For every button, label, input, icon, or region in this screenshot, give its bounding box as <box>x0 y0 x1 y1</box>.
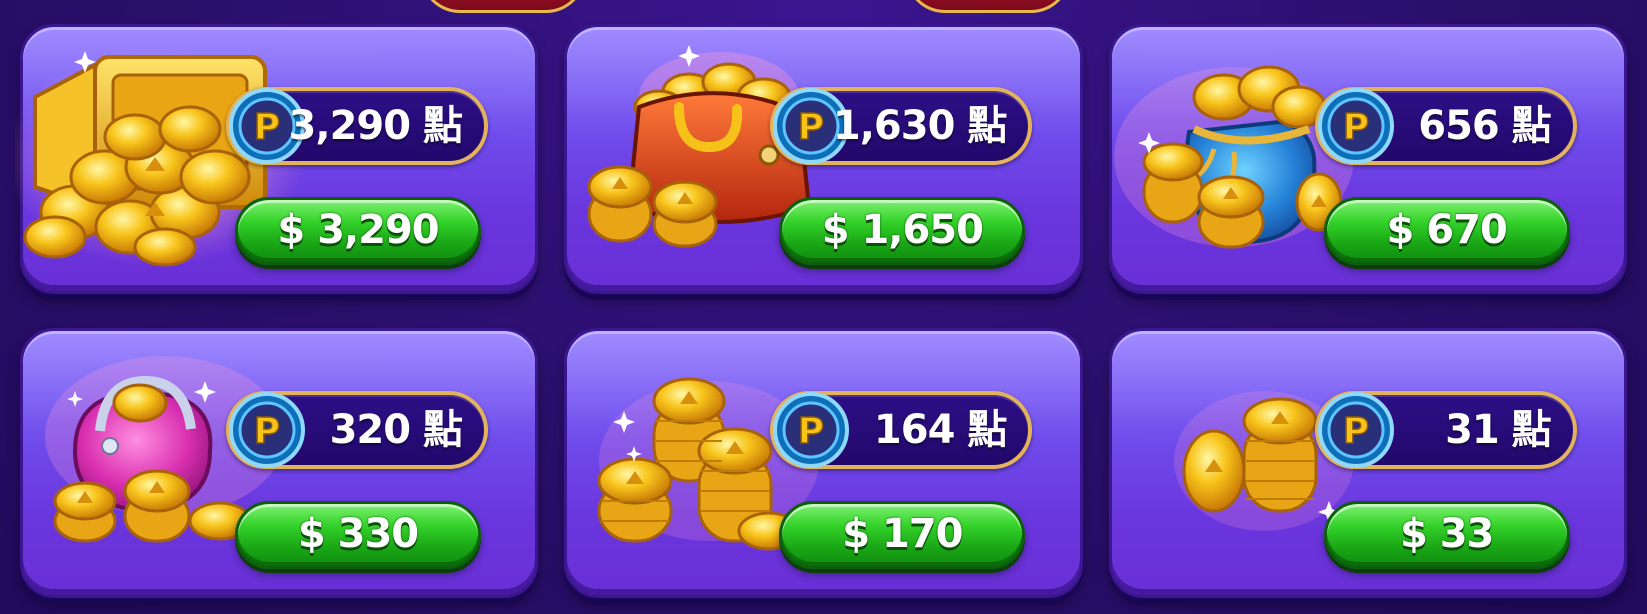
top-ribbon-right <box>905 0 1071 13</box>
package-card-1[interactable]: P 3,290 點 $ 3,290 <box>15 24 539 294</box>
points-coin-icon: P <box>1317 392 1394 468</box>
buy-button[interactable]: $ 670 <box>1323 197 1570 265</box>
buy-button[interactable]: $ 3,290 <box>235 197 481 265</box>
buy-button[interactable]: $ 1,650 <box>779 197 1026 265</box>
package-card-2[interactable]: P 1,630 點 $ 1,650 <box>564 24 1083 294</box>
points-coin-icon: P <box>1317 88 1394 164</box>
points-amount: 164 點 <box>873 407 1007 453</box>
points-pill: P 164 點 <box>770 391 1033 469</box>
points-pill: P 1,630 點 <box>770 87 1033 165</box>
points-pill: P 3,290 點 <box>226 87 488 165</box>
svg-text:P: P <box>254 107 280 148</box>
points-coin-icon: P <box>229 392 305 468</box>
package-card-5[interactable]: P 164 點 $ 170 <box>564 328 1083 598</box>
package-card-6[interactable]: P 31 點 $ 33 <box>1108 328 1627 598</box>
buy-button[interactable]: $ 33 <box>1323 501 1570 569</box>
points-coin-icon: P <box>773 392 850 468</box>
svg-text:P: P <box>798 107 824 148</box>
package-card-4[interactable]: P 320 點 $ 330 <box>20 328 539 598</box>
points-pill: P 31 點 <box>1314 391 1577 469</box>
points-pill: P 656 點 <box>1314 87 1577 165</box>
package-card-3[interactable]: P 656 點 $ 670 <box>1108 24 1627 294</box>
buy-button[interactable]: $ 330 <box>235 501 481 569</box>
points-amount: 656 點 <box>1418 103 1551 149</box>
points-amount: 31 點 <box>1445 407 1552 453</box>
svg-text:P: P <box>1342 107 1368 148</box>
package-grid: P 3,290 點 $ 3,290 P 1,630 點 $ 1,650 P 65… <box>15 24 1627 598</box>
points-pill: P 320 點 <box>226 391 488 469</box>
points-amount: 3,290 點 <box>288 103 463 149</box>
points-amount: 1,630 點 <box>832 103 1007 149</box>
buy-button[interactable]: $ 170 <box>779 501 1026 569</box>
svg-text:P: P <box>254 411 280 452</box>
points-amount: 320 點 <box>329 407 463 453</box>
top-ribbon-left <box>420 0 586 13</box>
svg-text:P: P <box>798 411 824 452</box>
svg-text:P: P <box>1342 411 1368 452</box>
shop-background: P 3,290 點 $ 3,290 P 1,630 點 $ 1,650 P 65… <box>0 0 1647 614</box>
